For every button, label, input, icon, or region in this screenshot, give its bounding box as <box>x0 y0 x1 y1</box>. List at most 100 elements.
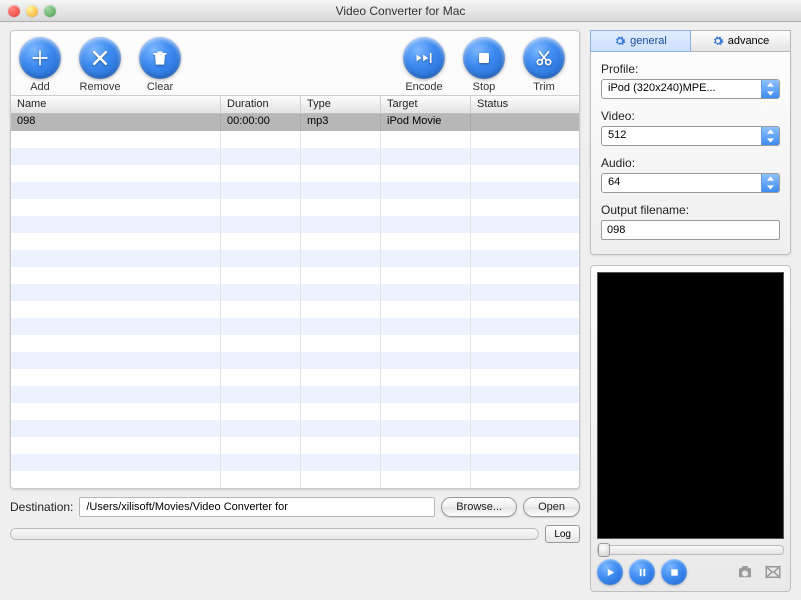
browse-button[interactable]: Browse... <box>441 497 517 517</box>
window-body: Add Remove Clear <box>0 22 801 600</box>
audio-select[interactable]: 64 <box>601 173 780 193</box>
settings-tabs: general advance <box>590 30 791 52</box>
col-status[interactable]: Status <box>471 96 579 113</box>
col-name[interactable]: Name <box>11 96 221 113</box>
tab-advance-label: advance <box>728 35 770 47</box>
table-row[interactable] <box>11 454 579 471</box>
profile-select[interactable]: iPod (320x240)MPE... <box>601 79 780 99</box>
table-row[interactable] <box>11 471 579 488</box>
tab-general-label: general <box>630 35 667 47</box>
table-row[interactable] <box>11 369 579 386</box>
profile-value: iPod (320x240)MPE... <box>602 80 761 98</box>
stop-icon <box>463 37 505 79</box>
scissors-icon <box>523 37 565 79</box>
plus-icon <box>19 37 61 79</box>
destination-input[interactable] <box>79 497 435 517</box>
encode-label: Encode <box>405 81 442 93</box>
clear-label: Clear <box>147 81 173 93</box>
progress-bar <box>10 528 539 540</box>
table-row[interactable] <box>11 386 579 403</box>
table-row[interactable] <box>11 284 579 301</box>
settings-panel: Profile: iPod (320x240)MPE... Video: 512 <box>590 52 791 255</box>
table-body[interactable]: 09800:00:00mp3iPod Movie <box>11 114 579 488</box>
cell-duration: 00:00:00 <box>221 114 301 131</box>
table-row[interactable] <box>11 335 579 352</box>
progress-row: Log <box>10 525 580 543</box>
table-row[interactable] <box>11 165 579 182</box>
output-filename-input[interactable] <box>601 220 780 240</box>
table-row[interactable] <box>11 352 579 369</box>
col-target[interactable]: Target <box>381 96 471 113</box>
gear-icon <box>614 35 626 47</box>
table-row[interactable] <box>11 403 579 420</box>
play-button[interactable] <box>597 559 623 585</box>
scrub-bar[interactable] <box>597 545 784 555</box>
file-table: Name Duration Type Target Status 09800:0… <box>11 95 579 488</box>
gear-icon <box>712 35 724 47</box>
tab-general[interactable]: general <box>590 30 691 52</box>
table-header: Name Duration Type Target Status <box>11 95 579 114</box>
encode-button[interactable]: Encode <box>403 37 445 93</box>
remove-button[interactable]: Remove <box>79 37 121 93</box>
cell-status <box>471 114 579 131</box>
table-row[interactable] <box>11 301 579 318</box>
table-row[interactable]: 09800:00:00mp3iPod Movie <box>11 114 579 131</box>
table-row[interactable] <box>11 318 579 335</box>
preview-screen <box>597 272 784 539</box>
table-row[interactable] <box>11 199 579 216</box>
pause-icon <box>637 567 648 578</box>
stepper-arrows-icon <box>761 127 779 145</box>
window-title: Video Converter for Mac <box>0 4 801 18</box>
output-filename-label: Output filename: <box>601 203 780 217</box>
right-pane: general advance Profile: iPod (320x240)M… <box>586 22 801 600</box>
video-select[interactable]: 512 <box>601 126 780 146</box>
main-card: Add Remove Clear <box>10 30 580 489</box>
add-label: Add <box>30 81 50 93</box>
encode-icon <box>403 37 445 79</box>
table-row[interactable] <box>11 233 579 250</box>
audio-value: 64 <box>602 174 761 192</box>
table-row[interactable] <box>11 182 579 199</box>
table-row[interactable] <box>11 250 579 267</box>
log-button[interactable]: Log <box>545 525 580 543</box>
col-type[interactable]: Type <box>301 96 381 113</box>
profile-label: Profile: <box>601 62 780 76</box>
audio-label: Audio: <box>601 156 780 170</box>
table-row[interactable] <box>11 131 579 148</box>
stepper-arrows-icon <box>761 80 779 98</box>
snapshot-icon[interactable] <box>734 563 756 581</box>
preview-stop-button[interactable] <box>661 559 687 585</box>
stop-button[interactable]: Stop <box>463 37 505 93</box>
col-duration[interactable]: Duration <box>221 96 301 113</box>
cell-type: mp3 <box>301 114 381 131</box>
tab-advance[interactable]: advance <box>691 30 791 52</box>
cell-name: 098 <box>11 114 221 131</box>
cell-target: iPod Movie <box>381 114 471 131</box>
add-button[interactable]: Add <box>19 37 61 93</box>
trim-button[interactable]: Trim <box>523 37 565 93</box>
preview-controls <box>597 559 784 585</box>
stepper-arrows-icon <box>761 174 779 192</box>
remove-label: Remove <box>80 81 121 93</box>
video-label: Video: <box>601 109 780 123</box>
clear-button[interactable]: Clear <box>139 37 181 93</box>
table-row[interactable] <box>11 267 579 284</box>
fullscreen-icon[interactable] <box>762 563 784 581</box>
scrub-thumb[interactable] <box>598 543 610 557</box>
pause-button[interactable] <box>629 559 655 585</box>
table-row[interactable] <box>11 437 579 454</box>
play-icon <box>605 567 616 578</box>
destination-row: Destination: Browse... Open <box>10 497 580 517</box>
trash-icon <box>139 37 181 79</box>
titlebar: Video Converter for Mac <box>0 0 801 22</box>
left-pane: Add Remove Clear <box>0 22 586 600</box>
trim-label: Trim <box>533 81 555 93</box>
x-icon <box>79 37 121 79</box>
open-button[interactable]: Open <box>523 497 580 517</box>
preview-panel <box>590 265 791 592</box>
stop-label: Stop <box>473 81 496 93</box>
table-row[interactable] <box>11 420 579 437</box>
table-row[interactable] <box>11 216 579 233</box>
table-row[interactable] <box>11 148 579 165</box>
stop-icon <box>669 567 680 578</box>
